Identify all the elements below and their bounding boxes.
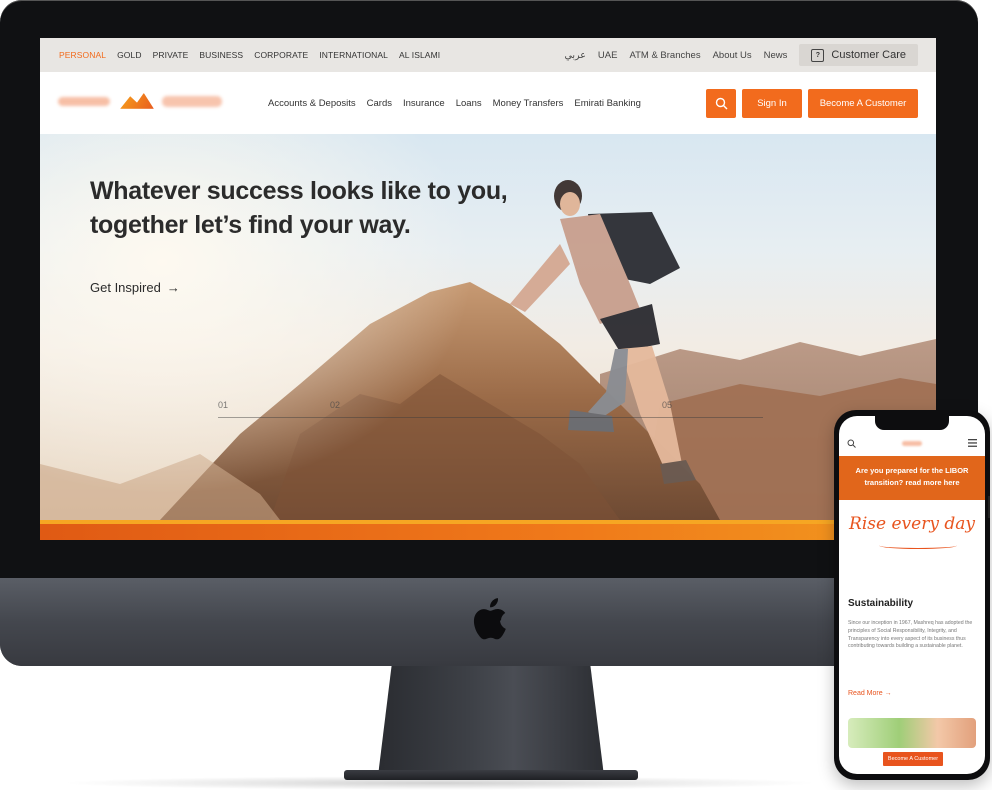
about-us-link[interactable]: About Us <box>713 50 752 61</box>
tagline-swoosh <box>879 542 957 549</box>
imac-screen: PERSONAL GOLD PRIVATE BUSINESS CORPORATE… <box>40 38 936 540</box>
segment-international[interactable]: INTERNATIONAL <box>319 50 388 60</box>
search-icon <box>715 97 727 110</box>
arrow-right-icon: → <box>166 280 180 295</box>
phone-brand-logo[interactable] <box>902 440 922 446</box>
customer-care-label: Customer Care <box>831 49 906 61</box>
imac-stand-foot <box>344 770 638 780</box>
get-inspired-link[interactable]: Get Inspired → <box>90 280 180 295</box>
nav-loans[interactable]: Loans <box>456 98 482 109</box>
slider-progress-line <box>218 417 763 418</box>
phone-become-customer-button[interactable]: Become A Customer <box>883 752 943 766</box>
hero-banner: Whatever success looks like to you, toge… <box>40 134 936 520</box>
slide-number-01[interactable]: 01 <box>218 400 228 410</box>
main-navbar: Accounts & Deposits Cards Insurance Loan… <box>40 72 936 135</box>
phone-header <box>839 430 985 456</box>
phone-screen: Are you prepared for the LIBOR transitio… <box>839 416 985 774</box>
nav-insurance[interactable]: Insurance <box>403 98 445 109</box>
nav-money-transfers[interactable]: Money Transfers <box>493 98 564 109</box>
segment-personal[interactable]: PERSONAL <box>59 50 106 60</box>
language-link[interactable]: عربي <box>564 50 585 61</box>
libor-banner[interactable]: Are you prepared for the LIBOR transitio… <box>839 456 985 500</box>
atm-branches-link[interactable]: ATM & Branches <box>629 50 700 61</box>
get-inspired-label: Get Inspired <box>90 280 161 295</box>
slide-number-05[interactable]: 05 <box>662 400 672 410</box>
customer-care-icon: ? <box>811 48 825 62</box>
customer-care-button[interactable]: ? Customer Care <box>799 44 918 66</box>
country-link[interactable]: UAE <box>598 50 618 61</box>
hero-headline: Whatever success looks like to you, toge… <box>90 177 508 239</box>
segment-nav: PERSONAL GOLD PRIVATE BUSINESS CORPORATE… <box>40 50 440 60</box>
become-customer-button[interactable]: Become A Customer <box>808 89 918 118</box>
segment-private[interactable]: PRIVATE <box>153 50 189 60</box>
segment-gold[interactable]: GOLD <box>117 50 142 60</box>
imac-display: PERSONAL GOLD PRIVATE BUSINESS CORPORATE… <box>0 0 978 666</box>
segment-al-islami[interactable]: AL ISLAMI <box>399 50 440 60</box>
nav-accounts-deposits[interactable]: Accounts & Deposits <box>268 98 356 109</box>
menu-icon[interactable] <box>968 439 977 447</box>
sustainability-image <box>848 718 976 748</box>
primary-menu: Accounts & Deposits Cards Insurance Loan… <box>268 72 641 134</box>
utility-bar: PERSONAL GOLD PRIVATE BUSINESS CORPORATE… <box>40 38 936 72</box>
rise-every-day-tagline: Rise every day <box>849 514 975 534</box>
phone-side-button <box>988 496 990 518</box>
logo-mark <box>120 93 154 109</box>
utility-links: عربي UAE ATM & Branches About Us News ? … <box>564 38 918 72</box>
phone-notch <box>875 416 949 430</box>
sustainability-text: Since our inception in 1967, Mashreq has… <box>848 620 973 650</box>
apple-logo-icon <box>473 598 506 640</box>
segment-business[interactable]: BUSINESS <box>199 50 243 60</box>
logo-arabic-wordmark <box>162 96 222 107</box>
sign-in-button[interactable]: Sign In <box>742 89 802 118</box>
slide-number-02[interactable]: 02 <box>330 400 340 410</box>
imac-stand <box>378 666 604 776</box>
read-more-link[interactable]: Read More → <box>848 690 892 697</box>
brand-logo[interactable] <box>58 93 223 111</box>
logo-wordmark <box>58 97 110 106</box>
nav-cards[interactable]: Cards <box>367 98 392 109</box>
search-button[interactable] <box>706 89 736 118</box>
news-link[interactable]: News <box>764 50 788 61</box>
product-mockup: PERSONAL GOLD PRIVATE BUSINESS CORPORATE… <box>0 0 992 790</box>
segment-corporate[interactable]: CORPORATE <box>254 50 308 60</box>
smartphone: Are you prepared for the LIBOR transitio… <box>834 410 990 780</box>
search-icon[interactable] <box>847 439 856 448</box>
nav-emirati-banking[interactable]: Emirati Banking <box>574 98 641 109</box>
orange-footer-band <box>40 520 936 540</box>
sustainability-heading: Sustainability <box>848 598 914 609</box>
